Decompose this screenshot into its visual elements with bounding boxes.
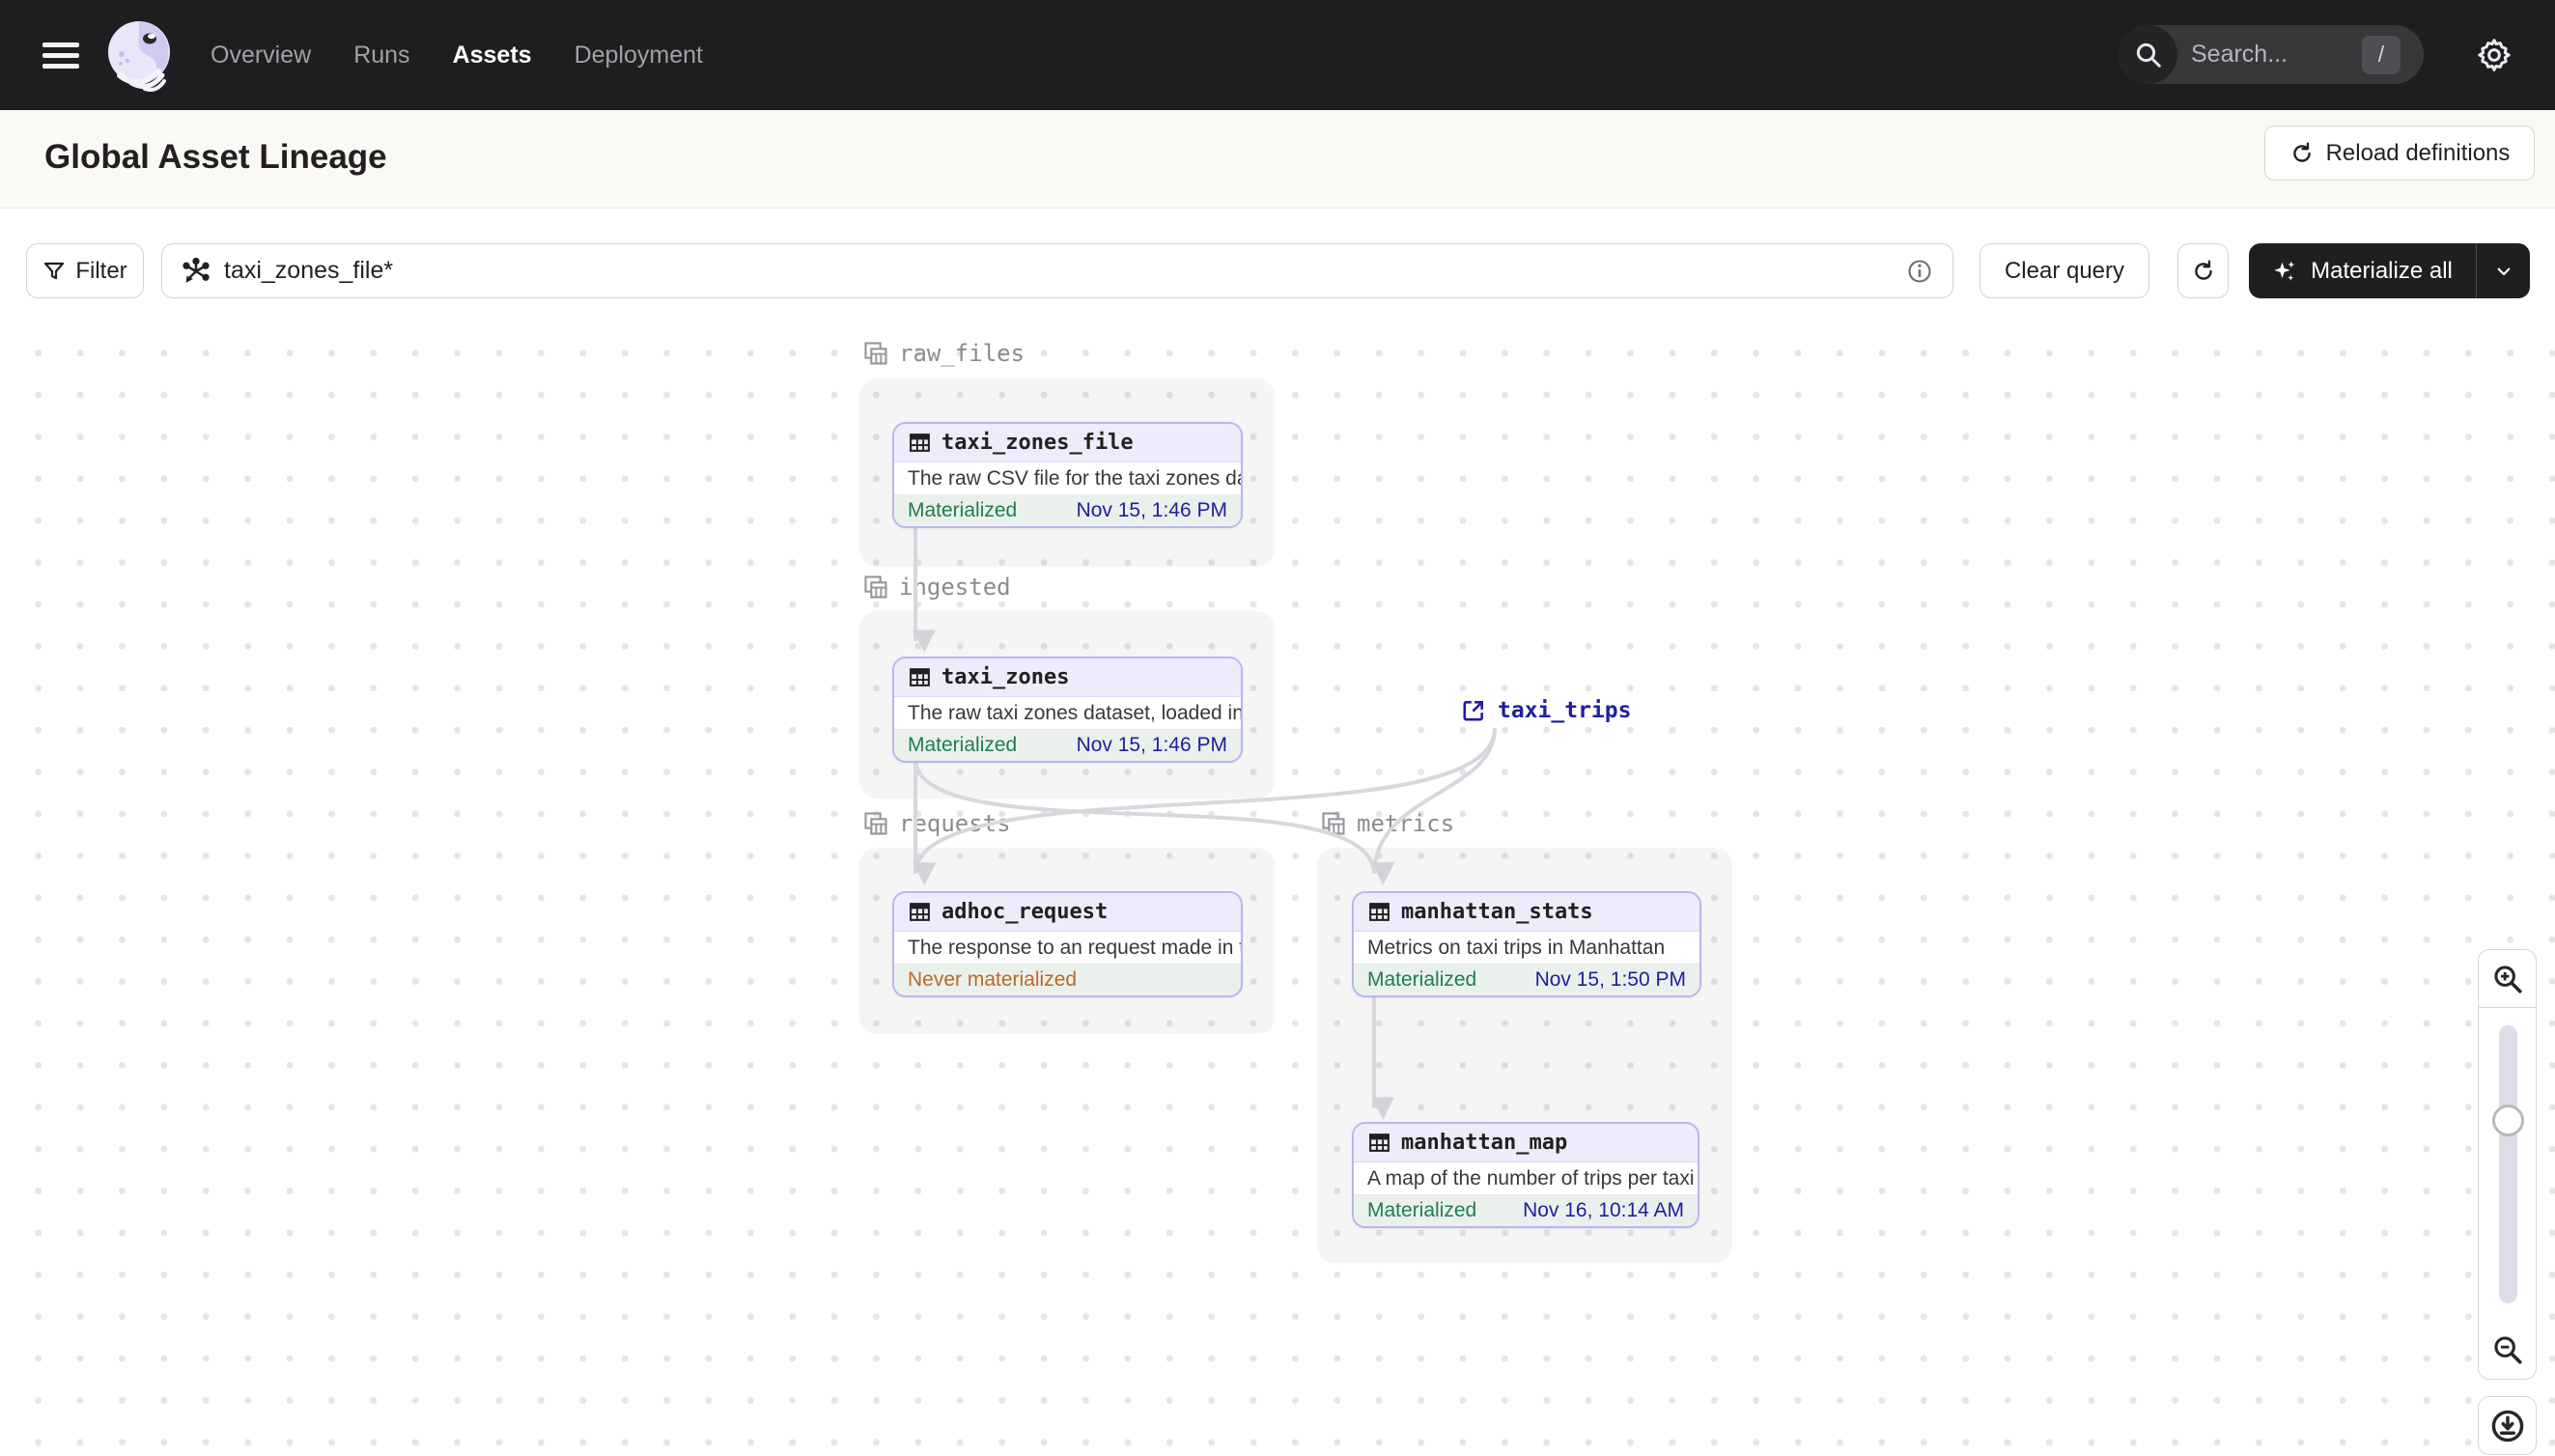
lineage-canvas[interactable]: raw_files ingested requests metrics taxi… xyxy=(0,319,2555,1456)
materialization-timestamp: Nov 16, 10:14 AM xyxy=(1523,1199,1684,1221)
search-icon xyxy=(2119,25,2177,84)
lineage-toolbar: Filter Clear query Material xyxy=(0,209,2555,319)
clear-query-button[interactable]: Clear query xyxy=(1979,243,2149,298)
table-icon xyxy=(1369,903,1390,921)
zoom-slider-thumb[interactable] xyxy=(2492,1105,2524,1136)
search-shortcut-badge: / xyxy=(2362,35,2401,74)
asset-description: The response to an request made in th... xyxy=(908,936,1241,959)
asset-query-box[interactable] xyxy=(161,243,1953,298)
nav-link-assets[interactable]: Assets xyxy=(453,42,532,70)
lineage-edges xyxy=(912,523,1497,1120)
download-icon xyxy=(2491,1410,2523,1442)
top-navbar: Overview Runs Assets Deployment Search..… xyxy=(0,0,2555,110)
materialization-status: Materialized xyxy=(1367,968,1477,991)
materialize-options-caret[interactable] xyxy=(2476,243,2530,298)
materialization-status: Materialized xyxy=(908,499,1018,521)
asset-node-taxi-zones-file[interactable]: taxi_zones_file The raw CSV file for the… xyxy=(892,422,1243,528)
asset-node-manhattan-map[interactable]: manhattan_map A map of the number of tri… xyxy=(1352,1122,1699,1228)
nav-link-deployment[interactable]: Deployment xyxy=(575,42,703,70)
materialization-timestamp: Nov 15, 1:46 PM xyxy=(1076,734,1227,756)
group-label-requests: requests xyxy=(862,810,1011,837)
external-link-icon xyxy=(1463,701,1483,721)
materialization-status: Never materialized xyxy=(908,968,1078,991)
external-asset-taxi-trips[interactable]: taxi_trips xyxy=(1461,698,1631,723)
zoom-slider[interactable] xyxy=(2478,1008,2537,1321)
search-placeholder: Search... xyxy=(2191,41,2288,68)
asset-name: adhoc_request xyxy=(941,900,1109,924)
hamburger-menu-icon[interactable] xyxy=(42,37,79,73)
dagster-logo xyxy=(108,21,170,92)
group-icon xyxy=(864,342,887,365)
zoom-in-icon xyxy=(2493,965,2522,994)
materialization-status: Materialized xyxy=(908,734,1018,756)
reload-definitions-button[interactable]: Reload definitions xyxy=(2264,126,2535,181)
asset-query-input[interactable] xyxy=(224,257,1906,285)
page-header: Global Asset Lineage Reload definitions xyxy=(0,110,2555,209)
asset-description: The raw CSV file for the taxi zones dat.… xyxy=(908,466,1241,490)
nav-link-overview[interactable]: Overview xyxy=(211,42,311,70)
materialization-timestamp: Nov 15, 1:50 PM xyxy=(1534,968,1686,991)
materialization-timestamp: Nov 15, 1:46 PM xyxy=(1076,499,1227,521)
asset-name: manhattan_map xyxy=(1401,1131,1568,1155)
asset-node-manhattan-stats[interactable]: manhattan_stats Metrics on taxi trips in… xyxy=(1352,891,1701,997)
settings-gear-icon[interactable] xyxy=(2464,25,2524,85)
group-icon xyxy=(864,575,887,599)
refresh-icon xyxy=(2292,142,2311,162)
group-label-ingested: ingested xyxy=(862,574,1011,601)
zoom-slider-track[interactable] xyxy=(2499,1025,2517,1303)
table-icon xyxy=(1369,1134,1390,1152)
group-label-raw-files: raw_files xyxy=(862,340,1025,367)
filter-button[interactable]: Filter xyxy=(26,243,144,298)
refresh-graph-button[interactable] xyxy=(2177,243,2229,298)
asset-node-taxi-zones[interactable]: taxi_zones The raw taxi zones dataset, l… xyxy=(892,657,1243,763)
nav-link-runs[interactable]: Runs xyxy=(353,42,409,70)
asset-description: The raw taxi zones dataset, loaded int..… xyxy=(908,701,1241,724)
table-icon xyxy=(910,903,930,921)
asset-description: A map of the number of trips per taxi z.… xyxy=(1367,1166,1698,1190)
table-icon xyxy=(910,434,930,452)
group-icon xyxy=(1322,812,1345,835)
zoom-in-button[interactable] xyxy=(2478,949,2537,1008)
group-label-metrics: metrics xyxy=(1320,810,1454,837)
table-icon xyxy=(910,668,930,686)
chevron-down-icon xyxy=(2497,267,2510,275)
asset-name: taxi_zones_file xyxy=(941,431,1134,455)
download-image-button[interactable] xyxy=(2478,1396,2537,1455)
lineage-query-icon xyxy=(182,257,210,283)
global-search[interactable]: Search... / xyxy=(2119,25,2424,84)
sparkle-icon xyxy=(2274,261,2295,281)
funnel-icon xyxy=(44,262,65,279)
asset-node-adhoc-request[interactable]: adhoc_request The response to an request… xyxy=(892,891,1243,997)
refresh-icon xyxy=(2194,260,2212,280)
asset-name: manhattan_stats xyxy=(1401,900,1593,924)
asset-name: taxi_zones xyxy=(941,665,1070,689)
materialize-all-button[interactable]: Materialize all xyxy=(2249,243,2530,298)
primary-nav: Overview Runs Assets Deployment xyxy=(211,0,703,110)
group-icon xyxy=(864,812,887,835)
materialization-status: Materialized xyxy=(1367,1199,1477,1221)
zoom-out-button[interactable] xyxy=(2478,1321,2537,1380)
page-title: Global Asset Lineage xyxy=(44,138,387,176)
info-icon[interactable] xyxy=(1906,258,1933,285)
zoom-controls xyxy=(2478,949,2537,1380)
asset-description: Metrics on taxi trips in Manhattan xyxy=(1367,936,1666,959)
zoom-out-icon xyxy=(2493,1336,2522,1364)
